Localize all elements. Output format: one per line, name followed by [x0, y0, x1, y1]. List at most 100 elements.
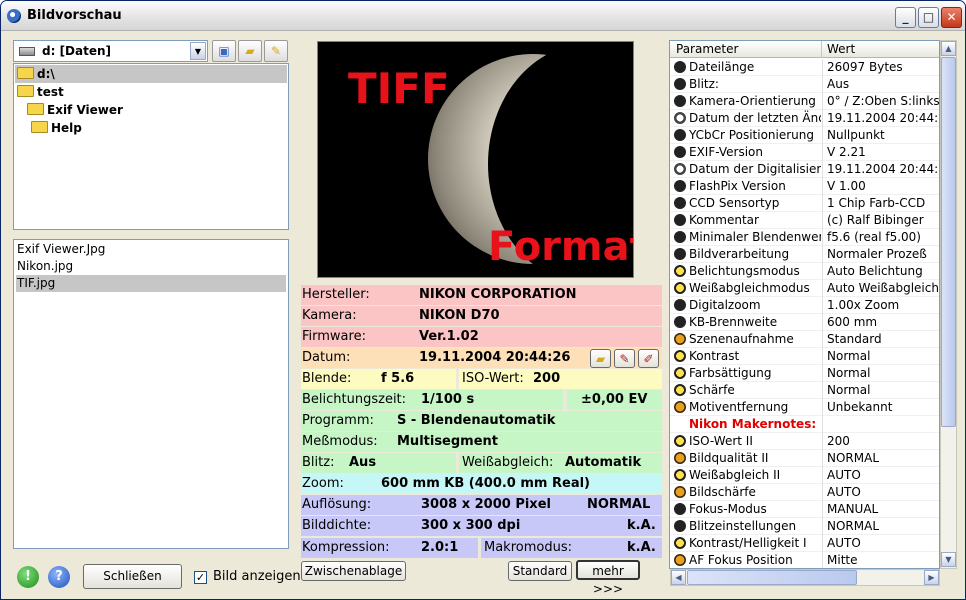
parameter-cell: KB-Brennweite — [689, 315, 778, 329]
parameter-cell: Weißabgleich II — [689, 468, 781, 482]
table-row[interactable]: Weißabgleich II AUTO — [670, 467, 939, 484]
window-title: Bildvorschau — [27, 8, 122, 23]
tree-item-exif-viewer[interactable]: Exif Viewer — [27, 101, 123, 119]
parameter-cell: EXIF-Version — [689, 145, 763, 159]
list-item[interactable]: Nikon.jpg — [16, 258, 286, 275]
table-row[interactable]: AF Fokus Position Mitte — [670, 552, 939, 568]
open-folder-button[interactable]: ▰ — [238, 40, 262, 62]
table-row[interactable]: Szenenaufnahme Standard — [670, 331, 939, 348]
table-row[interactable]: EXIF-Version V 2.21 — [670, 144, 939, 161]
value-cell: AUTO — [827, 536, 861, 550]
exif-table[interactable]: Parameter Wert Dateilänge 26097 Bytes Blit… — [669, 40, 940, 569]
clipboard-button[interactable]: Zwischenablage — [301, 561, 406, 581]
close-button[interactable]: ✕ — [941, 7, 962, 28]
value-cell: Mitte — [827, 553, 858, 567]
horizontal-scrollbar[interactable]: ◀ ▶ — [670, 569, 940, 586]
help-button[interactable]: ? — [48, 566, 70, 588]
folder-icon — [17, 85, 34, 97]
table-row[interactable]: Bildschärfe AUTO — [670, 484, 939, 501]
bilddichte-value: 300 x 300 dpi — [421, 518, 521, 533]
table-row[interactable]: Kamera-Orientierung 0° / Z:Oben S:links — [670, 93, 939, 110]
table-row[interactable]: Nikon Makernotes: — [670, 416, 939, 433]
maximize-button[interactable]: □ — [918, 7, 939, 28]
table-row[interactable]: Schärfe Normal — [670, 382, 939, 399]
table-row[interactable]: Blitz: Aus — [670, 76, 939, 93]
table-row[interactable]: Dateilänge 26097 Bytes — [670, 59, 939, 76]
value-cell: 200 — [827, 434, 850, 448]
camera-icon — [674, 78, 686, 90]
parameter-cell: FlashPix Version — [689, 179, 786, 193]
table-row[interactable]: Blitzeinstellungen NORMAL — [670, 518, 939, 535]
messmodus-value: Multisegment — [397, 434, 499, 449]
tree-item-test[interactable]: test — [17, 83, 64, 101]
table-row[interactable]: YCbCr Positionierung Nullpunkt — [670, 127, 939, 144]
table-row[interactable]: Kontrast Normal — [670, 348, 939, 365]
value-cell: Auto Weißabgleich — [827, 281, 939, 295]
programm-value: S - Blendenautomatik — [397, 413, 556, 428]
scroll-thumb-h[interactable] — [687, 570, 857, 585]
table-row[interactable]: Belichtungsmodus Auto Belichtung — [670, 263, 939, 280]
close-dialog-button[interactable]: Schließen — [83, 564, 182, 589]
list-item[interactable]: Exif Viewer.Jpg — [16, 241, 286, 258]
scroll-down-button[interactable]: ▼ — [941, 552, 956, 567]
scroll-right-button[interactable]: ▶ — [924, 570, 939, 585]
parameter-cell: Bildverarbeitung — [689, 247, 790, 261]
network-drive-button[interactable]: ▣ — [212, 40, 236, 62]
title-bar[interactable]: Bildvorschau _ □ ✕ — [1, 1, 965, 31]
more-button[interactable]: mehr >>> — [576, 560, 640, 596]
blende-value: f 5.6 — [381, 371, 415, 386]
sun-icon — [674, 265, 686, 277]
table-row[interactable]: Kommentar (c) Ralf Bibinger — [670, 212, 939, 229]
table-row[interactable]: Farbsättigung Normal — [670, 365, 939, 382]
table-row[interactable]: Kontrast/Helligkeit I AUTO — [670, 535, 939, 552]
col-header-wert[interactable]: Wert — [823, 41, 855, 57]
app-icon — [7, 9, 21, 23]
tree-item-root[interactable]: d:\ — [15, 65, 287, 83]
info-row-messmodus: Meßmodus: Multisegment — [301, 432, 662, 452]
table-row[interactable]: Bildverarbeitung Normaler Prozeß — [670, 246, 939, 263]
datum-value: 19.11.2004 20:44:26 — [419, 350, 571, 365]
folder-tree[interactable]: d:\ test Exif Viewer Help — [13, 63, 289, 230]
chevron-down-icon[interactable]: ▼ — [190, 42, 206, 60]
table-row[interactable]: Motiventfernung Unbekannt — [670, 399, 939, 416]
scroll-thumb[interactable] — [941, 57, 956, 427]
image-preview: TIFF Format — [317, 41, 634, 278]
info-button[interactable]: ! — [17, 566, 39, 588]
parameter-cell: Bildqualität II — [689, 451, 769, 465]
table-row[interactable]: FlashPix Version V 1.00 — [670, 178, 939, 195]
edit-folder-button[interactable]: ✎ — [264, 40, 288, 62]
info-row-weissabgleich: Weißabgleich: Automatik — [459, 453, 662, 473]
date-folder-button[interactable]: ▰ — [590, 349, 611, 368]
table-row[interactable]: Bildqualität II NORMAL — [670, 450, 939, 467]
camera-icon — [674, 503, 686, 515]
table-row[interactable]: Digitalzoom 1.00x Zoom — [670, 297, 939, 314]
value-cell: Nullpunkt — [827, 128, 885, 142]
date-reset-button[interactable]: ✐ — [638, 349, 659, 368]
table-row[interactable]: Weißabgleichmodus Auto Weißabgleich — [670, 280, 939, 297]
scroll-left-button[interactable]: ◀ — [671, 570, 686, 585]
table-row[interactable]: ISO-Wert II 200 — [670, 433, 939, 450]
table-row[interactable]: CCD Sensortyp 1 Chip Farb-CCD — [670, 195, 939, 212]
table-row[interactable]: Datum der Digitalisierung 19.11.2004 20:4… — [670, 161, 939, 178]
table-row[interactable]: Fokus-Modus MANUAL — [670, 501, 939, 518]
vertical-scrollbar[interactable]: ▲ ▼ — [940, 40, 957, 569]
parameter-cell: Datum der Digitalisierung — [689, 162, 821, 176]
list-item[interactable]: TIF.jpg — [16, 275, 286, 292]
drive-select[interactable]: d: [Daten] ▼ — [13, 40, 208, 62]
sun-icon — [674, 537, 686, 549]
show-image-checkbox[interactable]: ✓ — [194, 571, 207, 584]
table-row[interactable]: KB-Brennweite 600 mm — [670, 314, 939, 331]
minimize-button[interactable]: _ — [895, 7, 916, 28]
file-list[interactable]: Exif Viewer.Jpg Nikon.jpg TIF.jpg — [13, 239, 289, 549]
zoom-value: 600 mm KB (400.0 mm Real) — [381, 476, 590, 491]
table-row[interactable]: Minimaler Blendenwert f5.6 (real f5.00) — [670, 229, 939, 246]
date-edit-button[interactable]: ✎ — [614, 349, 635, 368]
col-header-parameter[interactable]: Parameter — [670, 41, 822, 58]
standard-button[interactable]: Standard — [508, 561, 572, 581]
bildvorschau-window: Bildvorschau _ □ ✕ d: [Daten] ▼ ▣ ▰ ✎ d:… — [0, 0, 966, 600]
info-row-programm: Programm: S - Blendenautomatik — [301, 411, 662, 431]
tree-item-help[interactable]: Help — [31, 119, 82, 137]
scroll-up-button[interactable]: ▲ — [941, 41, 956, 56]
value-cell: 1.00x Zoom — [827, 298, 900, 312]
table-row[interactable]: Datum der letzten Änder... 19.11.2004 20:… — [670, 110, 939, 127]
